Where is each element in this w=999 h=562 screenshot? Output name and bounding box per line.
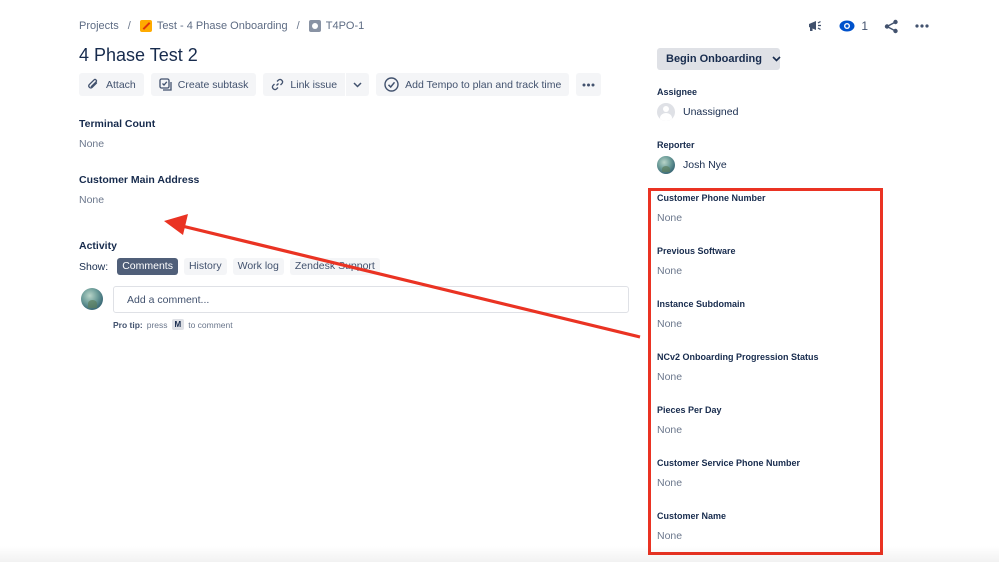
bottom-shadow	[0, 546, 999, 562]
annotation-arrow-head	[164, 214, 188, 235]
annotation-arrow-line	[181, 224, 641, 339]
annotation-arrow	[164, 214, 641, 339]
